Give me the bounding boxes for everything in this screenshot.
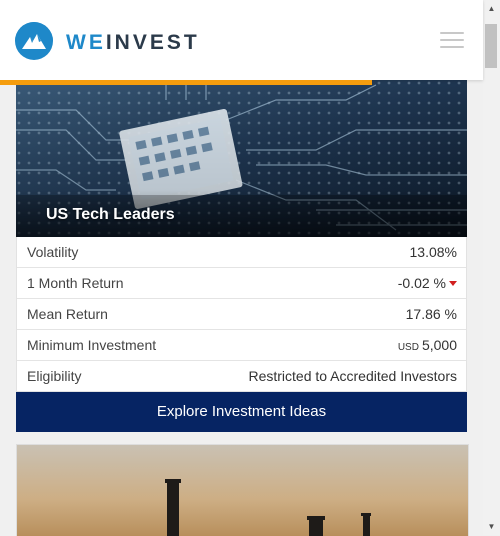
site-header: WEINVEST: [0, 0, 483, 80]
stat-row-minimum-investment: Minimum Investment USD 5,000: [17, 329, 466, 360]
stat-value: 5,000: [421, 337, 457, 353]
stat-row-1-month-return: 1 Month Return -0.02 %: [17, 267, 466, 298]
hamburger-menu-icon[interactable]: [440, 32, 464, 48]
stat-value-with-currency: USD 5,000: [398, 330, 457, 363]
industrial-skyline-image[interactable]: [17, 445, 468, 536]
stat-value: -0.02 %: [397, 275, 446, 291]
brand-wordmark[interactable]: WEINVEST: [66, 31, 200, 55]
stat-row-mean-return: Mean Return 17.86 %: [17, 298, 466, 329]
stats-table: Volatility 13.08% 1 Month Return -0.02 %…: [16, 237, 467, 392]
stat-row-volatility: Volatility 13.08%: [17, 237, 466, 267]
explore-investment-ideas-button[interactable]: Explore Investment Ideas: [16, 392, 467, 432]
stat-label: Volatility: [27, 244, 79, 260]
card-title[interactable]: US Tech Leaders: [46, 206, 175, 224]
currency-code: USD: [397, 342, 419, 353]
stat-value: 13.08%: [409, 244, 457, 260]
trend-down-icon: [449, 281, 457, 286]
investment-card: US Tech Leaders Volatility 13.08% 1 Mont…: [16, 80, 467, 432]
scroll-down-arrow-icon[interactable]: ▼: [483, 518, 500, 535]
vertical-scrollbar[interactable]: ▲ ▼: [483, 0, 500, 535]
brand-name-invest: INVEST: [105, 31, 200, 54]
mountain-logo-icon[interactable]: [15, 22, 53, 60]
card-hero-image[interactable]: US Tech Leaders: [16, 80, 467, 237]
scrollbar-thumb[interactable]: [485, 24, 497, 68]
scroll-up-arrow-icon[interactable]: ▲: [483, 0, 500, 17]
stat-row-eligibility: Eligibility Restricted to Accredited Inv…: [17, 360, 466, 391]
stat-label: Eligibility: [27, 368, 82, 384]
stat-value: 17.86 %: [405, 306, 457, 322]
investment-card-2: [16, 444, 469, 536]
scroll-progress-fill: [0, 80, 372, 85]
stat-value-with-trend: -0.02 %: [398, 268, 457, 298]
stat-label: 1 Month Return: [27, 275, 124, 291]
stat-label: Minimum Investment: [27, 337, 157, 353]
stat-label: Mean Return: [27, 306, 108, 322]
scroll-progress-bar: [0, 80, 483, 85]
stat-value: Restricted to Accredited Investors: [248, 368, 457, 384]
brand-name-we: WE: [66, 31, 106, 54]
